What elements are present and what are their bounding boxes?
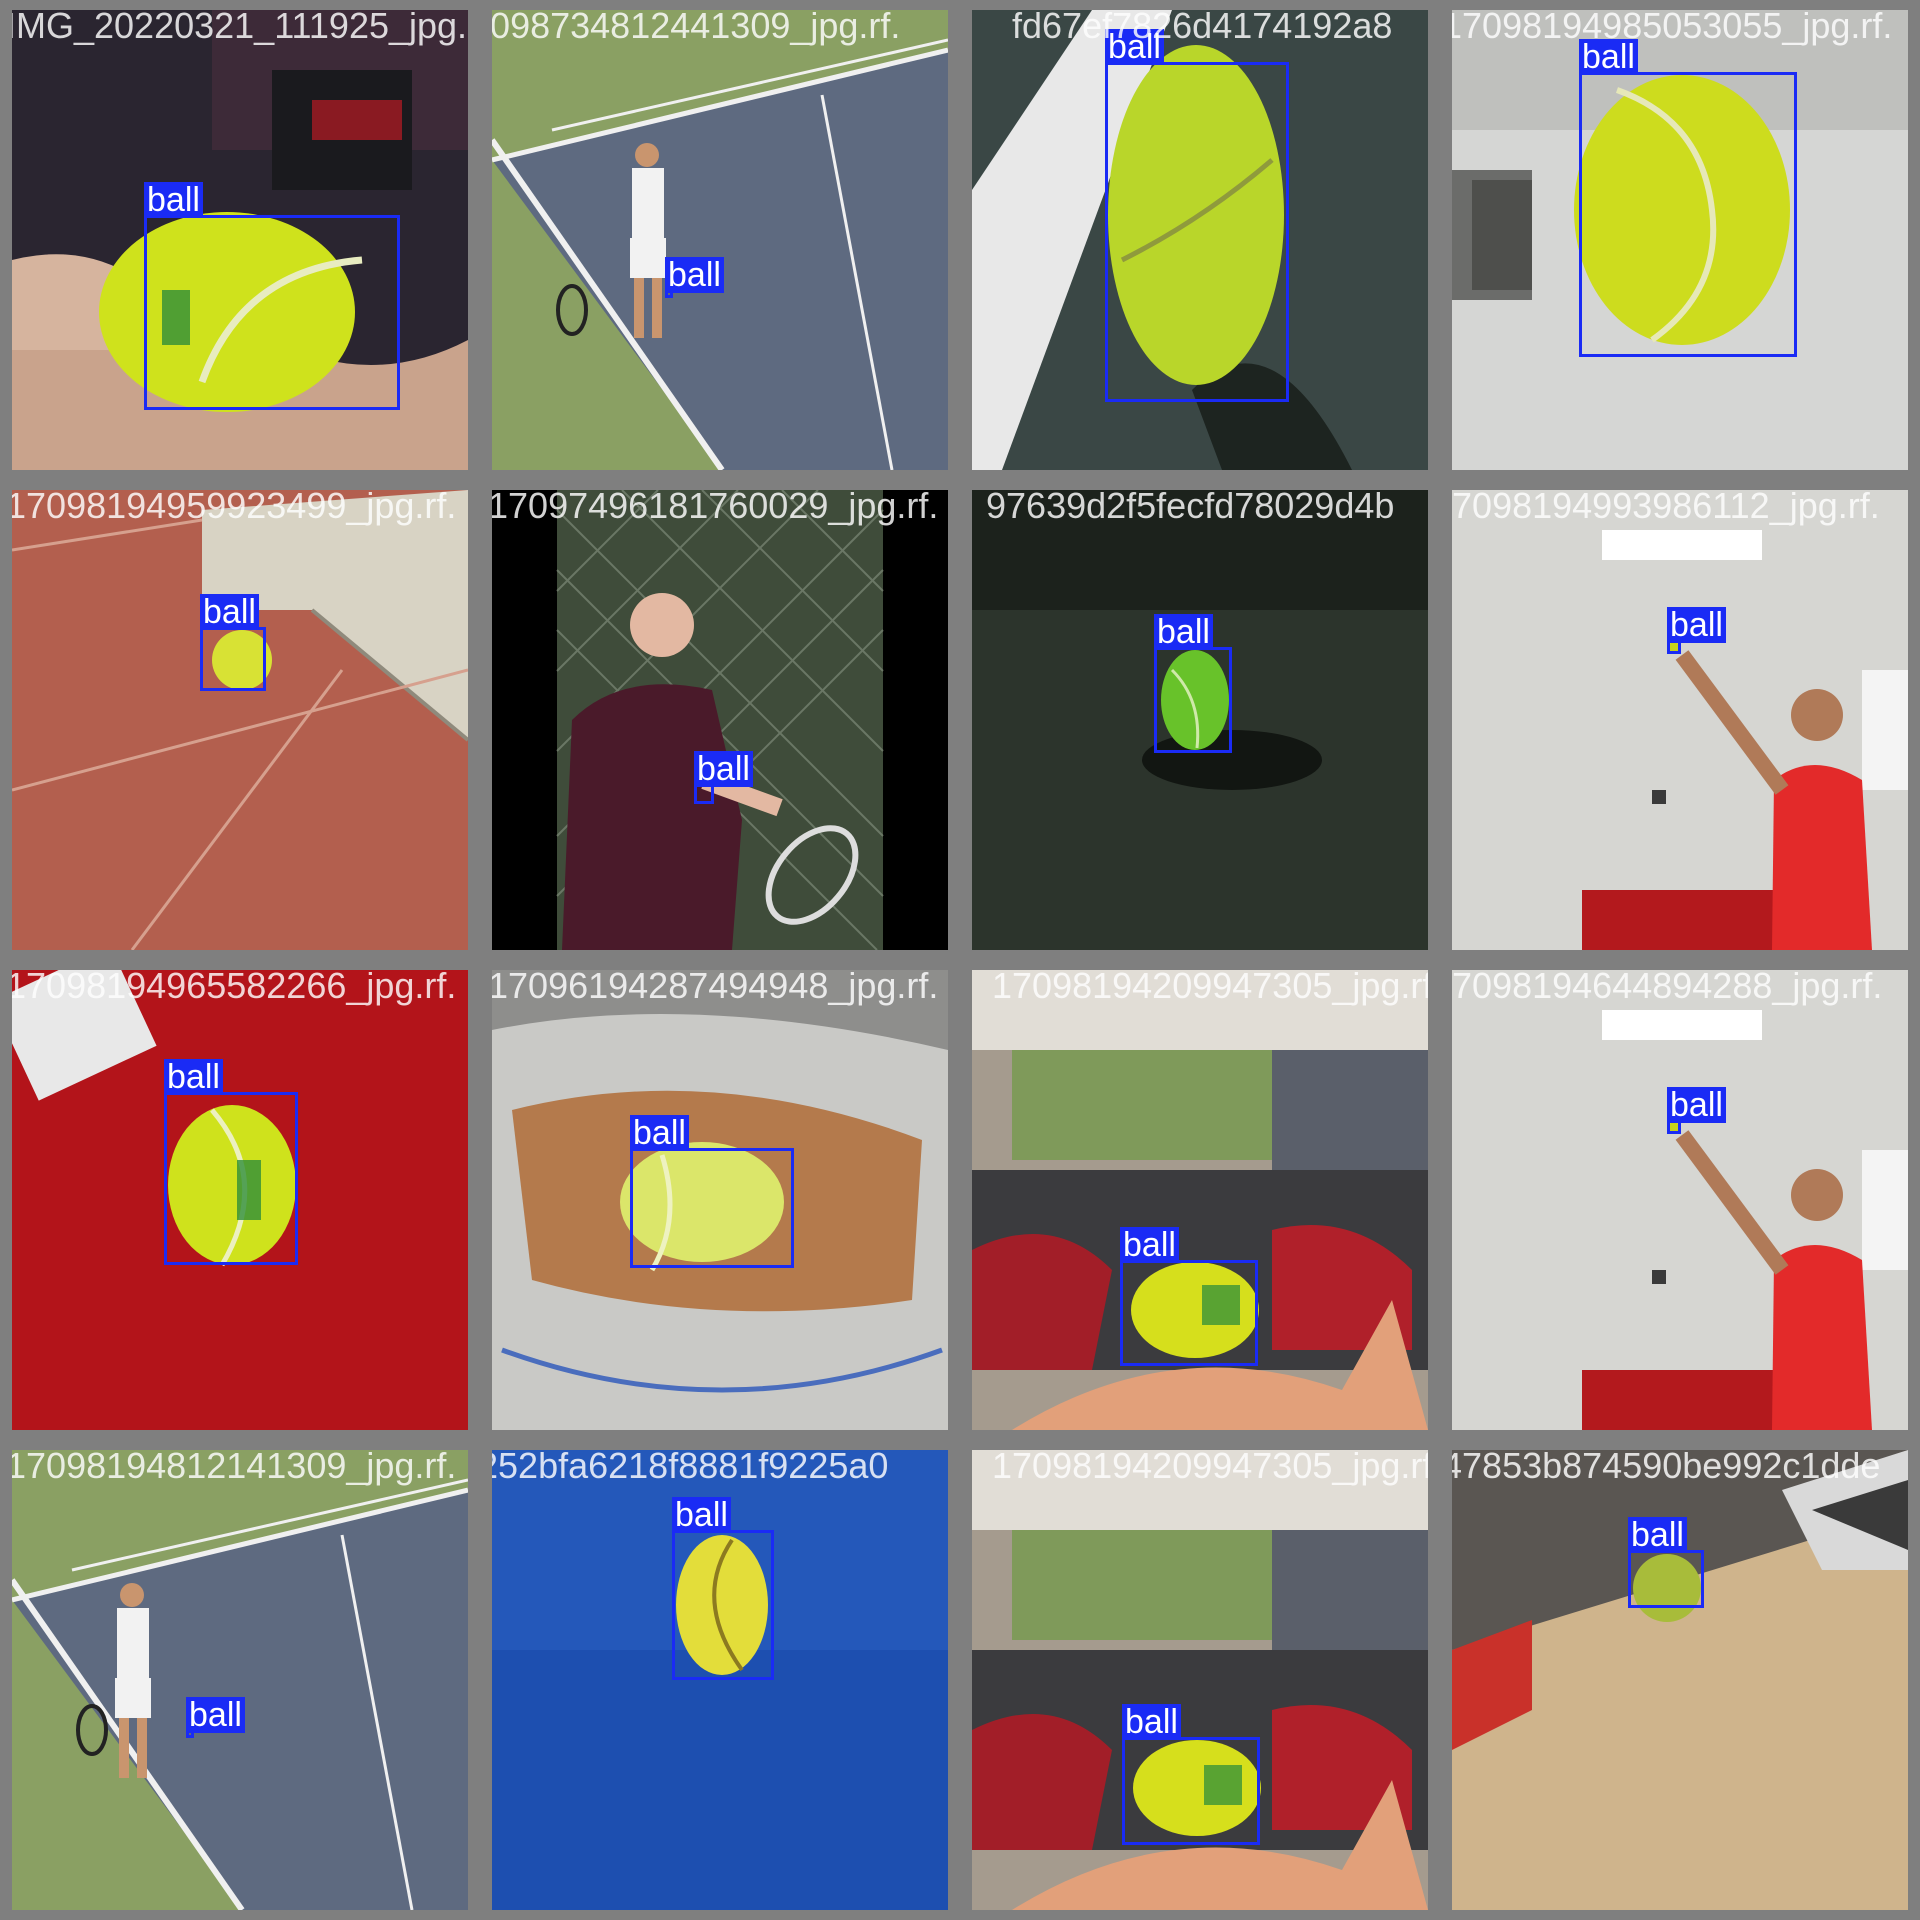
- bbox-ball: ball: [630, 1115, 794, 1268]
- bbox-label: ball: [1628, 1517, 1687, 1553]
- bbox-label: ball: [1667, 1087, 1726, 1123]
- bbox-ball: ball: [1154, 614, 1232, 753]
- bbox-ball: ball: [1122, 1704, 1260, 1845]
- tile-9: ball 17098194965582266_jpg.rf.: [12, 970, 468, 1430]
- bbox-ball: ball: [186, 1697, 245, 1738]
- tile-16: ball 47853b874590be992c1dde: [1452, 1450, 1908, 1910]
- bbox-label: ball: [1154, 614, 1213, 650]
- bbox-ball: ball: [694, 751, 753, 804]
- bbox-ball: ball: [144, 182, 400, 410]
- bbox-ball: ball: [1667, 1087, 1726, 1134]
- bbox-label: ball: [694, 751, 753, 787]
- photo-man-throwing-ball-2: [1452, 970, 1908, 1430]
- bbox-label: ball: [164, 1059, 223, 1095]
- bbox-ball: ball: [672, 1497, 774, 1680]
- tile-1: ball IMG_20220321_111925_jpg.rf.: [12, 10, 468, 470]
- bbox-ball: ball: [1628, 1517, 1704, 1608]
- bbox-label: ball: [1120, 1227, 1179, 1263]
- bbox-ball: ball: [665, 257, 724, 298]
- bbox-ball: ball: [164, 1059, 298, 1265]
- bbox-ball: ball: [200, 594, 266, 691]
- tile-4: ball 17098194985053055_jpg.rf.: [1452, 10, 1908, 470]
- tile-10: ball 17096194287494948_jpg.rf.: [492, 970, 948, 1430]
- tile-6: ball 17097496181760029_jpg.rf.: [492, 490, 948, 950]
- bbox-label: ball: [630, 1115, 689, 1151]
- bbox-label: ball: [672, 1497, 731, 1533]
- tile-11: ball 17098194209947305_jpg.rf.: [972, 970, 1428, 1430]
- bbox-ball: ball: [1667, 607, 1726, 654]
- bbox-ball: ball: [1105, 29, 1289, 402]
- photo-man-throwing-ball: [1452, 490, 1908, 950]
- tile-3: ball fd67ef7826d4174192a8: [972, 10, 1428, 470]
- photo-tennis-player-court: [492, 10, 948, 470]
- bbox-label: ball: [1667, 607, 1726, 643]
- image-mosaic: ball IMG_20220321_111925_jpg.rf. ball 17…: [0, 0, 1920, 1920]
- bbox-label: ball: [144, 182, 203, 218]
- bbox-label: ball: [1122, 1704, 1181, 1740]
- bbox-ball: ball: [1579, 39, 1797, 357]
- bbox-ball: ball: [1120, 1227, 1258, 1366]
- tile-12: ball 17098194644894288_jpg.rf.: [1452, 970, 1908, 1430]
- bbox-label: ball: [200, 594, 259, 630]
- tile-2: ball 17098734812441309_jpg.rf.: [492, 10, 948, 470]
- tile-8: ball 17098194993986112_jpg.rf.: [1452, 490, 1908, 950]
- bbox-label: ball: [186, 1697, 245, 1733]
- tile-14: ball 252bfa6218f8881f9225a0: [492, 1450, 948, 1910]
- photo-player-fence: [492, 490, 948, 950]
- photo-ball-on-tiles: [12, 490, 468, 950]
- bbox-label: ball: [1105, 29, 1164, 65]
- tile-13: ball 17098194812141309_jpg.rf.: [12, 1450, 468, 1910]
- bbox-label: ball: [665, 257, 724, 293]
- bbox-label: ball: [1579, 39, 1638, 75]
- tile-5: ball 17098194959923499_jpg.rf.: [12, 490, 468, 950]
- tile-7: ball 97639d2f5fecfd78029d4b: [972, 490, 1428, 950]
- photo-tennis-player-court-2: [12, 1450, 468, 1910]
- tile-15: ball 17098194209947305_jpg.rf.: [972, 1450, 1428, 1910]
